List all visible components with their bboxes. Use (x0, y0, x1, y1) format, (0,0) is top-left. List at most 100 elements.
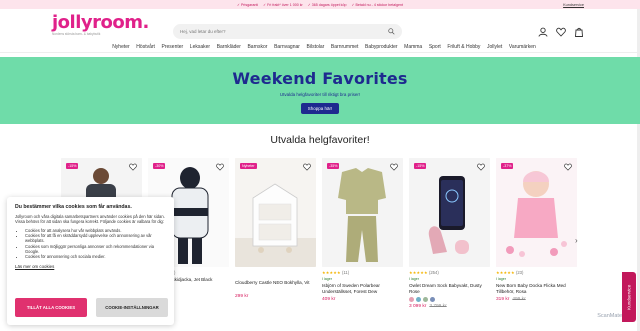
customer-service-tab[interactable]: Kundservice (622, 272, 636, 322)
current-price: 3 099 kr (409, 304, 427, 309)
product-photo-baby-monitor (409, 158, 490, 267)
discount-badge: -30% (153, 163, 166, 169)
perk-item: ✓ Fri frakt* över 1 000 kr (263, 2, 303, 7)
shop-now-button[interactable]: Shoppa här! (300, 103, 340, 114)
wishlist-heart-icon[interactable] (477, 163, 485, 171)
discount-badge: -15% (66, 163, 79, 169)
main-nav: Nyheter Höstvårt Presenter Leksaker Barn… (0, 41, 640, 53)
old-price: 499 kr (512, 297, 526, 302)
nav-item[interactable]: Bilstolar (303, 41, 327, 52)
product-price: 409 kr (322, 297, 336, 302)
wishlist-heart-icon[interactable] (303, 163, 311, 171)
hero-banner[interactable]: Weekend Favorites Utvalda helgfavoriter … (0, 57, 640, 124)
search-placeholder: Hej, vad letar du efter? (180, 29, 226, 34)
logo-text: jollyroom. (52, 12, 149, 33)
discount-badge: -15% (414, 163, 427, 169)
wishlist-heart-icon[interactable] (556, 27, 566, 37)
cookie-title: Du bestämmer vilka cookies som får använ… (15, 204, 132, 210)
product-card[interactable]: Nyheter Cloudberry Castle NEO Bokhylla, … (235, 158, 316, 331)
customer-service-link[interactable]: Kundservice (563, 3, 584, 7)
nav-item[interactable]: Presenter (158, 41, 186, 52)
product-image[interactable]: -35% (322, 158, 403, 267)
swatch[interactable] (409, 297, 414, 302)
product-image[interactable]: -37% (496, 158, 577, 267)
logo[interactable]: jollyroom. Nordens största barn- & babyb… (52, 12, 149, 37)
swatch[interactable] (430, 297, 435, 302)
header-icons (538, 27, 584, 37)
current-price: 319 kr (496, 297, 510, 302)
search-icon[interactable] (388, 28, 395, 35)
nav-item[interactable]: Leksaker (187, 41, 214, 52)
nav-item[interactable]: Höstvårt (133, 41, 158, 52)
product-card[interactable]: -37% ★★★★★ (23) I lager New Born Baby Do… (496, 158, 577, 331)
read-more-cookies-link[interactable]: Läs mer om cookies (15, 264, 166, 269)
wishlist-heart-icon[interactable] (216, 163, 224, 171)
color-swatches (409, 297, 490, 302)
product-image[interactable]: Nyheter (235, 158, 316, 267)
site-header: jollyroom. Nordens största barn- & babyb… (0, 9, 640, 41)
stock-status: I lager (409, 277, 419, 281)
product-name[interactable]: Isbjörn of Sweden Polarbear Underställss… (322, 283, 403, 295)
product-card[interactable]: -35% ★★★★★ (11) I lager Isbjörn of Swede… (322, 158, 403, 331)
product-image[interactable]: -15% (409, 158, 490, 267)
nav-item[interactable]: Varumärken (506, 41, 539, 52)
product-card[interactable]: -15% ★★★★★ (254) I lager Owlet Dream Soc… (409, 158, 490, 331)
nav-item[interactable]: Nyheter (109, 41, 133, 52)
product-photo-base-layer-set (322, 158, 403, 267)
rating: ★★★★★ (23) (496, 270, 577, 275)
perk-item: ✓ Betald nu - 4 stickor betalgent (351, 2, 404, 7)
product-price: 319 kr 499 kr (496, 297, 577, 302)
nav-item[interactable]: Barnrummet (328, 41, 362, 52)
perk-item: ✓ Prisgaranti (236, 2, 259, 7)
cookie-list-item: Cookies för annonsering och sociala medi… (25, 254, 166, 259)
cookie-buttons: TILLÅT ALLA COOKIES COOKIE-INSTÄLLNINGAR (15, 298, 168, 317)
swatch[interactable] (416, 297, 421, 302)
nav-item[interactable]: Barnvagnar (271, 41, 303, 52)
nav-item[interactable]: Jollylet (484, 41, 506, 52)
product-name[interactable]: Owlet Dream Sock Babyvakt, Dusty Rose (409, 283, 490, 295)
cookie-list-item: Cookies som möjliggör personliga annonse… (25, 244, 166, 255)
nav-item[interactable]: Sport (426, 41, 445, 52)
perks-list: ✓ Prisgaranti ✓ Fri frakt* över 1 000 kr… (237, 3, 403, 7)
watermark: ScanMate (597, 313, 622, 319)
accept-all-cookies-button[interactable]: TILLÅT ALLA COOKIES (15, 298, 87, 317)
wishlist-heart-icon[interactable] (129, 163, 137, 171)
wishlist-heart-icon[interactable] (564, 163, 572, 171)
rating: ★★★★★ (254) (409, 270, 490, 275)
nav-item[interactable]: Barnskor (244, 41, 271, 52)
nav-item[interactable]: Friluft & Hobby (444, 41, 484, 52)
product-photo-bookshelf (235, 158, 316, 267)
discount-badge: -35% (327, 163, 340, 169)
hero-title: Weekend Favorites (232, 69, 408, 88)
nav-item[interactable]: Barnkläder (213, 41, 244, 52)
product-price: 3 099 kr 3 799 kr (409, 304, 490, 309)
old-price: 3 799 kr (429, 304, 447, 309)
product-price: 299 kr (235, 294, 249, 299)
section-title: Utvalda helgfavoriter! (270, 134, 370, 146)
cookie-consent-dialog: Du bestämmer vilka cookies som får använ… (7, 197, 174, 325)
rating-stars: ★★★★★ (322, 270, 341, 275)
review-count: (11) (341, 270, 350, 275)
cookie-list-item: Cookies för att få en skräddarsydd upple… (25, 233, 166, 244)
search-input[interactable]: Hej, vad letar du efter? (173, 24, 402, 39)
carousel-next-arrow-icon[interactable]: › (575, 236, 578, 245)
nav-item[interactable]: Mamma (401, 41, 426, 52)
rating: ★★★★★ (11) (322, 270, 403, 275)
review-count: (254) (428, 270, 439, 275)
cookie-list: Cookies för att analysera hur vår webbpl… (15, 228, 166, 260)
cookie-settings-button[interactable]: COOKIE-INSTÄLLNINGAR (96, 298, 168, 317)
perk-item: ✓ 365 dagars öppet köp (307, 2, 347, 7)
rating-stars: ★★★★★ (409, 270, 428, 275)
account-icon[interactable] (538, 27, 548, 37)
product-name[interactable]: New Born Baby Docka Flicka Med Tillbehör… (496, 283, 577, 295)
new-badge: Nyheter (240, 163, 257, 169)
review-count: (23) (515, 270, 524, 275)
nav-item[interactable]: Babyprodukter (362, 41, 401, 52)
cart-icon[interactable] (574, 27, 584, 37)
discount-badge: -37% (501, 163, 514, 169)
product-name[interactable]: Cloudberry Castle NEO Bokhylla, Vit (235, 280, 316, 292)
swatch[interactable] (423, 297, 428, 302)
product-photo-baby-doll (496, 158, 577, 267)
wishlist-heart-icon[interactable] (390, 163, 398, 171)
rating-stars: ★★★★★ (496, 270, 515, 275)
